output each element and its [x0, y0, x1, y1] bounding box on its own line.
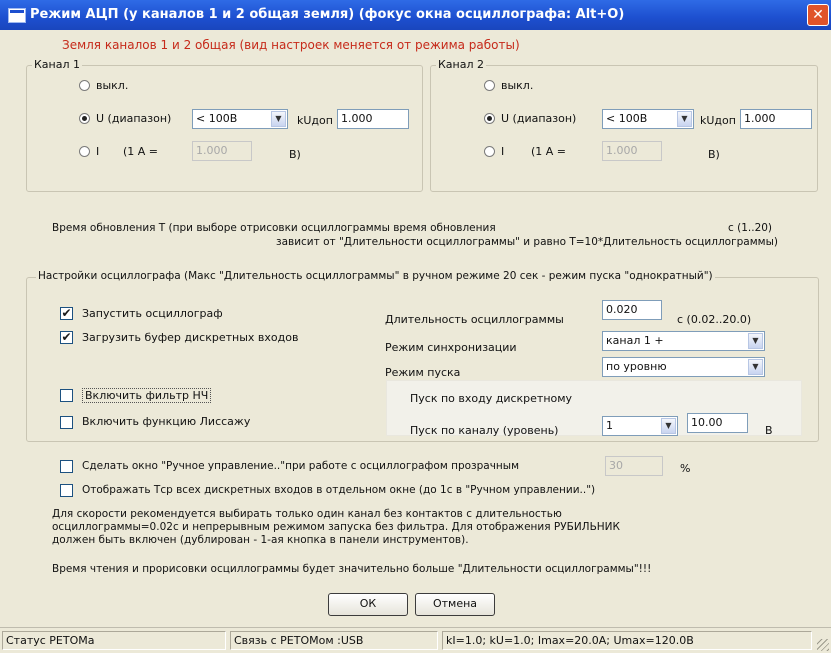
chevron-down-icon[interactable]: ▼	[677, 111, 692, 127]
sync-mode-label: Режим синхронизации	[385, 341, 517, 354]
trigger-level-unit: В	[765, 424, 773, 437]
ok-button[interactable]: ОК	[328, 593, 408, 616]
lissajous-checkbox[interactable]	[60, 416, 73, 429]
channel1-i-radio[interactable]	[79, 146, 90, 157]
sync-mode-select[interactable]: канал 1 + ▼	[602, 331, 765, 351]
duration-label: Длительность осциллограммы	[385, 313, 564, 326]
channel1-u-label: U (диапазон)	[96, 112, 172, 125]
trigger-channel-label: Пуск по каналу (уровень)	[410, 424, 559, 437]
update-time-unit: с (1..20)	[728, 222, 773, 234]
trigger-mode-value: по уровню	[606, 360, 667, 373]
trigger-level-input[interactable]: 10.00	[687, 413, 748, 433]
sync-mode-value: канал 1 +	[606, 334, 664, 347]
channel2-i-input[interactable]: 1.000	[602, 141, 662, 161]
channel1-u-radio[interactable]	[79, 113, 90, 124]
cancel-button[interactable]: Отмена	[415, 593, 495, 616]
status-pane-params: kI=1.0; kU=1.0; Imax=20.0A; Umax=120.0B	[442, 631, 812, 650]
start-osc-checkbox[interactable]: ✔	[60, 307, 73, 320]
trigger-mode-select[interactable]: по уровню ▼	[602, 357, 765, 377]
duration-range: с (0.02..20.0)	[677, 313, 752, 326]
channel1-i-input[interactable]: 1.000	[192, 141, 252, 161]
channel1-range-select[interactable]: < 100В ▼	[192, 109, 288, 129]
title-bar[interactable]: Режим АЦП (у каналов 1 и 2 общая земля) …	[0, 0, 831, 30]
chevron-down-icon[interactable]: ▼	[271, 111, 286, 127]
duration-input[interactable]: 0.020	[602, 300, 662, 320]
channel2-legend: Канал 2	[436, 58, 487, 71]
channel2-kdop-label: kUдоп	[700, 114, 736, 127]
channel1-i-eq-label: (1 А =	[123, 145, 159, 158]
update-time-note: зависит от "Длительности осциллограммы" …	[276, 236, 778, 248]
update-time-label: Время обновления T (при выборе отрисовки…	[52, 222, 496, 234]
status-pane-connection: Связь с РЕТОМом :USB	[230, 631, 438, 650]
trigger-mode-label: Режим пуска	[385, 366, 461, 379]
resize-grip-icon[interactable]	[817, 639, 829, 651]
read-time-note: Время чтения и прорисовки осциллограммы …	[52, 563, 652, 575]
start-osc-label: Запустить осциллограф	[82, 307, 223, 320]
channel1-kdop-input[interactable]: 1.000	[337, 109, 409, 129]
status-bar: Статус РЕТОМа Связь с РЕТОМом :USB kI=1.…	[0, 627, 831, 653]
channel2-i-radio[interactable]	[484, 146, 495, 157]
channel1-off-radio[interactable]	[79, 80, 90, 91]
channel1-off-label: выкл.	[96, 79, 129, 92]
advice-line1: Для скорости рекомендуется выбирать толь…	[52, 508, 562, 520]
ground-note: Земля каналов 1 и 2 общая (вид настроек …	[62, 38, 520, 52]
chevron-down-icon[interactable]: ▼	[748, 359, 763, 375]
transparent-checkbox[interactable]	[60, 460, 73, 473]
trigger-channel-value: 1	[606, 419, 613, 432]
lissajous-label: Включить функцию Лиссажу	[82, 415, 251, 428]
channel2-off-label: выкл.	[501, 79, 534, 92]
channel2-i-label: I	[501, 145, 505, 158]
channel2-off-radio[interactable]	[484, 80, 495, 91]
advice-line3: должен быть включен (дублирован - 1-ая к…	[52, 534, 469, 546]
channel2-range-value: < 100В	[606, 112, 648, 125]
close-button[interactable]: ✕	[807, 4, 829, 26]
adc-mode-dialog: Режим АЦП (у каналов 1 и 2 общая земля) …	[0, 0, 831, 653]
channel2-i-unit: В)	[708, 148, 720, 161]
channel1-range-value: < 100В	[196, 112, 238, 125]
window-title: Режим АЦП (у каналов 1 и 2 общая земля) …	[30, 7, 625, 22]
advice-line2: осциллограммы=0.02с и непрерывным режимо…	[52, 521, 620, 533]
channel2-u-label: U (диапазон)	[501, 112, 577, 125]
show-tsp-label: Отображать Тср всех дискретных входов в …	[82, 484, 596, 496]
channel1-kdop-label: kUдоп	[297, 114, 333, 127]
channel1-legend: Канал 1	[32, 58, 83, 71]
status-pane-left: Статус РЕТОМа	[2, 631, 226, 650]
transparent-unit: %	[680, 462, 691, 475]
oscilloscope-legend: Настройки осциллографа (Макс "Длительнос…	[36, 270, 715, 282]
show-tsp-checkbox[interactable]	[60, 484, 73, 497]
channel2-i-eq-label: (1 А =	[531, 145, 567, 158]
lpf-label: Включить фильтр НЧ	[82, 388, 212, 403]
channel2-kdop-input[interactable]: 1.000	[740, 109, 812, 129]
window-icon	[8, 8, 26, 23]
transparent-label: Сделать окно "Ручное управление.."при ра…	[82, 460, 520, 472]
channel2-u-radio[interactable]	[484, 113, 495, 124]
transparent-input[interactable]: 30	[605, 456, 663, 476]
lpf-checkbox[interactable]	[60, 389, 73, 402]
trigger-discrete-label: Пуск по входу дискретному	[410, 392, 573, 405]
chevron-down-icon[interactable]: ▼	[748, 333, 763, 349]
load-buffer-label: Загрузить буфер дискретных входов	[82, 331, 299, 344]
channel1-i-unit: В)	[289, 148, 301, 161]
chevron-down-icon[interactable]: ▼	[661, 418, 676, 434]
trigger-channel-select[interactable]: 1 ▼	[602, 416, 678, 436]
channel2-range-select[interactable]: < 100В ▼	[602, 109, 694, 129]
channel1-i-label: I	[96, 145, 100, 158]
load-buffer-checkbox[interactable]: ✔	[60, 331, 73, 344]
